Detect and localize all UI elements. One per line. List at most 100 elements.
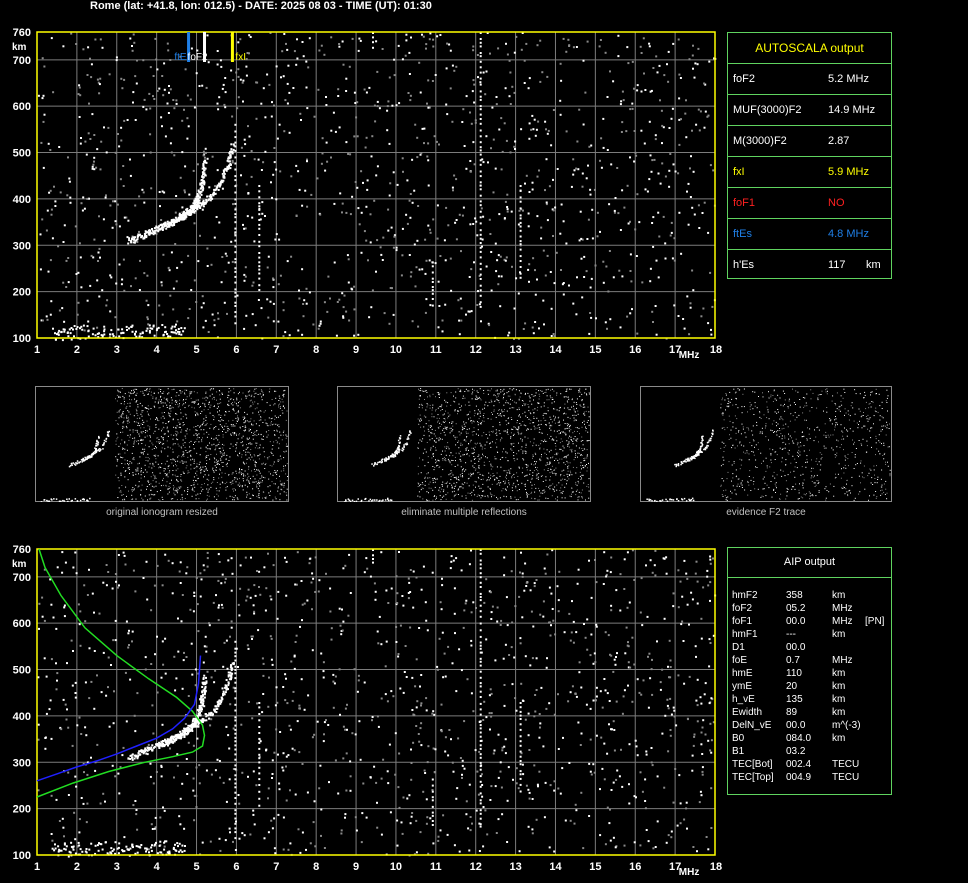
thumb-noise [446, 486, 448, 488]
thumb-noise [171, 402, 173, 404]
noise-pixel [118, 145, 121, 148]
thumb-noise [215, 459, 217, 461]
noise-pixel [370, 306, 373, 309]
thumb-noise [422, 488, 424, 490]
thumb-noise [205, 456, 207, 457]
thumb-noise [471, 499, 473, 501]
thumb-noise [236, 399, 238, 401]
noise-pixel [546, 254, 549, 257]
thumb-noise [503, 411, 505, 412]
thumb-noise [534, 408, 536, 410]
thumb-noise [220, 402, 222, 404]
thumb-noise [198, 463, 200, 465]
thumb-noise [139, 417, 141, 419]
thumb-noise [575, 427, 577, 428]
thumb-noise [164, 473, 166, 474]
noise-pixel [595, 317, 597, 320]
thumb-noise [521, 472, 523, 474]
thumb-noise [198, 403, 199, 405]
thumb-noise [135, 498, 137, 500]
thumb-noise [568, 478, 570, 480]
thumb-noise [193, 391, 195, 393]
noise-pixel [75, 43, 78, 45]
noise-pixel [287, 64, 290, 67]
noise-pixel [257, 158, 260, 161]
noise-pixel [93, 238, 96, 241]
noise-pixel [230, 240, 233, 243]
trace-f2-extraordinary [169, 222, 172, 225]
thumb-noise [282, 431, 284, 433]
noise-pixel [699, 110, 702, 113]
thumb-noise [246, 395, 248, 397]
noise-pixel [205, 86, 208, 89]
thumb-noise [534, 491, 536, 493]
thumb-noise [162, 422, 164, 424]
thumb-noise [567, 443, 569, 445]
noise-pixel [504, 200, 507, 203]
noise-pixel [342, 306, 345, 309]
noise-pixel [166, 42, 169, 45]
thumb-noise [276, 470, 278, 472]
thumb-noise [424, 465, 426, 467]
noise-streak [234, 156, 237, 159]
thumb-noise [189, 391, 191, 393]
thumb-noise [249, 452, 251, 454]
trace-es-layer [117, 328, 120, 331]
trace-f2-ordinary [186, 207, 189, 210]
noise-streak [479, 163, 482, 166]
noise-pixel [132, 33, 135, 36]
thumb-noise [203, 476, 204, 478]
noise-pixel [307, 66, 310, 69]
thumb-noise [509, 407, 511, 409]
noise-pixel [606, 149, 609, 151]
thumb-noise [470, 472, 472, 474]
noise-pixel [438, 143, 440, 146]
thumb-noise [120, 443, 121, 445]
thumb-noise [262, 439, 264, 440]
noise-pixel [580, 237, 583, 240]
noise-pixel [269, 300, 272, 303]
thumb-noise [208, 488, 210, 490]
thumb-noise [437, 421, 438, 423]
noise-pixel [691, 129, 693, 132]
thumb-noise [549, 462, 551, 464]
noise-streak [258, 208, 261, 211]
thumb-noise [234, 432, 236, 434]
thumb-noise [424, 430, 425, 432]
noise-pixel [278, 238, 281, 241]
x-tick-label: 8 [313, 344, 319, 356]
thumb-noise [221, 392, 223, 394]
noise-pixel [358, 223, 361, 226]
thumb-noise [120, 474, 122, 476]
noise-pixel [413, 243, 416, 246]
noise-pixel [158, 87, 161, 90]
noise-pixel [489, 52, 491, 55]
thumb-noise [177, 456, 179, 458]
noise-pixel [497, 47, 500, 50]
thumb-noise [170, 410, 172, 412]
thumb-noise [512, 429, 514, 430]
thumb-noise [283, 482, 285, 484]
thumb-noise [146, 420, 148, 422]
thumb-trace [51, 499, 53, 501]
thumb-noise [577, 496, 579, 498]
trace-es-layer [76, 326, 79, 328]
thumb-noise [442, 421, 444, 423]
thumb-noise [535, 461, 537, 463]
thumb-noise [522, 450, 524, 452]
thumb-noise [475, 486, 476, 488]
thumb-noise [206, 457, 208, 458]
thumb-noise [115, 443, 117, 445]
noise-pixel [618, 269, 621, 272]
thumb-trace [82, 458, 85, 461]
noise-pixel [554, 206, 557, 209]
noise-pixel [112, 200, 114, 203]
thumb-noise [181, 391, 183, 393]
thumb-noise [550, 476, 551, 478]
noise-pixel [473, 83, 476, 86]
noise-pixel [485, 70, 488, 73]
thumb-noise [575, 494, 577, 496]
noise-pixel [123, 78, 126, 81]
thumb-noise [165, 473, 167, 475]
noise-pixel [506, 53, 509, 56]
